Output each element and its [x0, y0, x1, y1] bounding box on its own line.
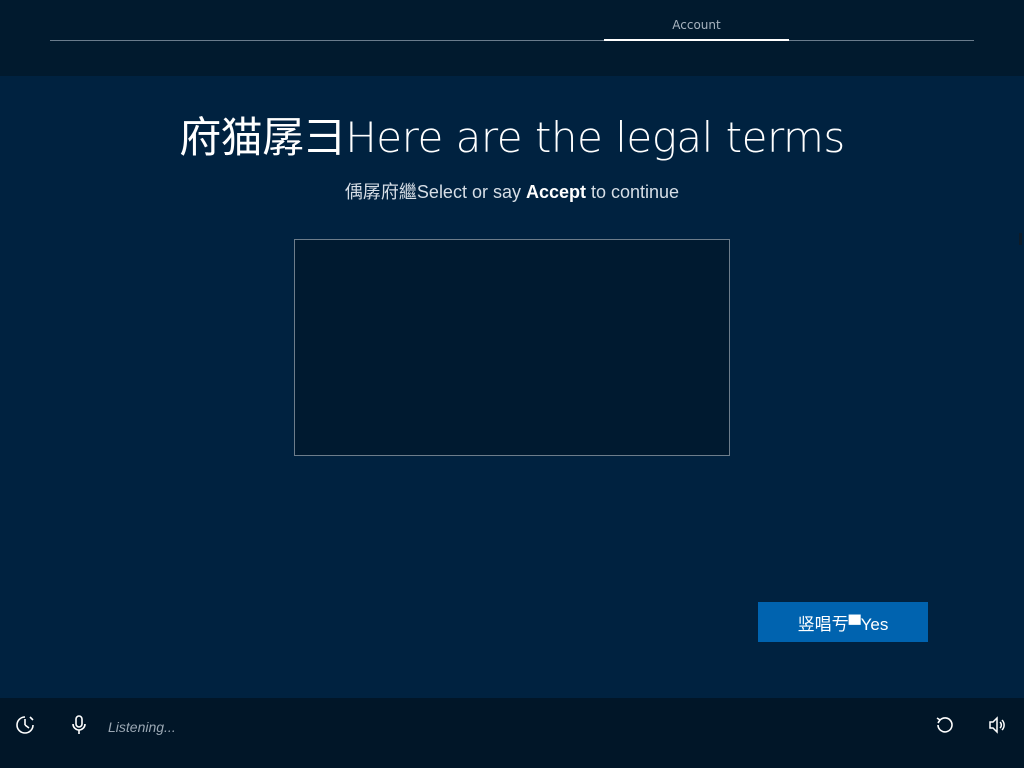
ease-of-access-icon[interactable] [13, 713, 37, 737]
legal-terms-box[interactable] [294, 239, 730, 456]
microphone-icon[interactable] [67, 713, 91, 737]
top-bar: Account [0, 0, 1024, 76]
accept-button[interactable]: 竖唱亐▀Yes [758, 602, 928, 642]
progress-step-label: Account [672, 18, 721, 32]
subtitle-suffix: to continue [586, 182, 680, 202]
edge-marker [1019, 233, 1022, 245]
volume-icon[interactable] [986, 713, 1010, 737]
page-subtitle: 偊孱府繼Select or say Accept to continue [0, 178, 1024, 204]
progress-track [50, 40, 974, 41]
subtitle-accept-keyword: Accept [525, 182, 586, 202]
listening-status: Listening... [108, 719, 176, 735]
progress-active-segment [604, 39, 789, 41]
refresh-icon[interactable] [933, 713, 957, 737]
subtitle-prefix: 偊孱府繼Select or say [344, 182, 526, 202]
page-title: 府猫孱彐Here are the legal terms [179, 113, 845, 162]
